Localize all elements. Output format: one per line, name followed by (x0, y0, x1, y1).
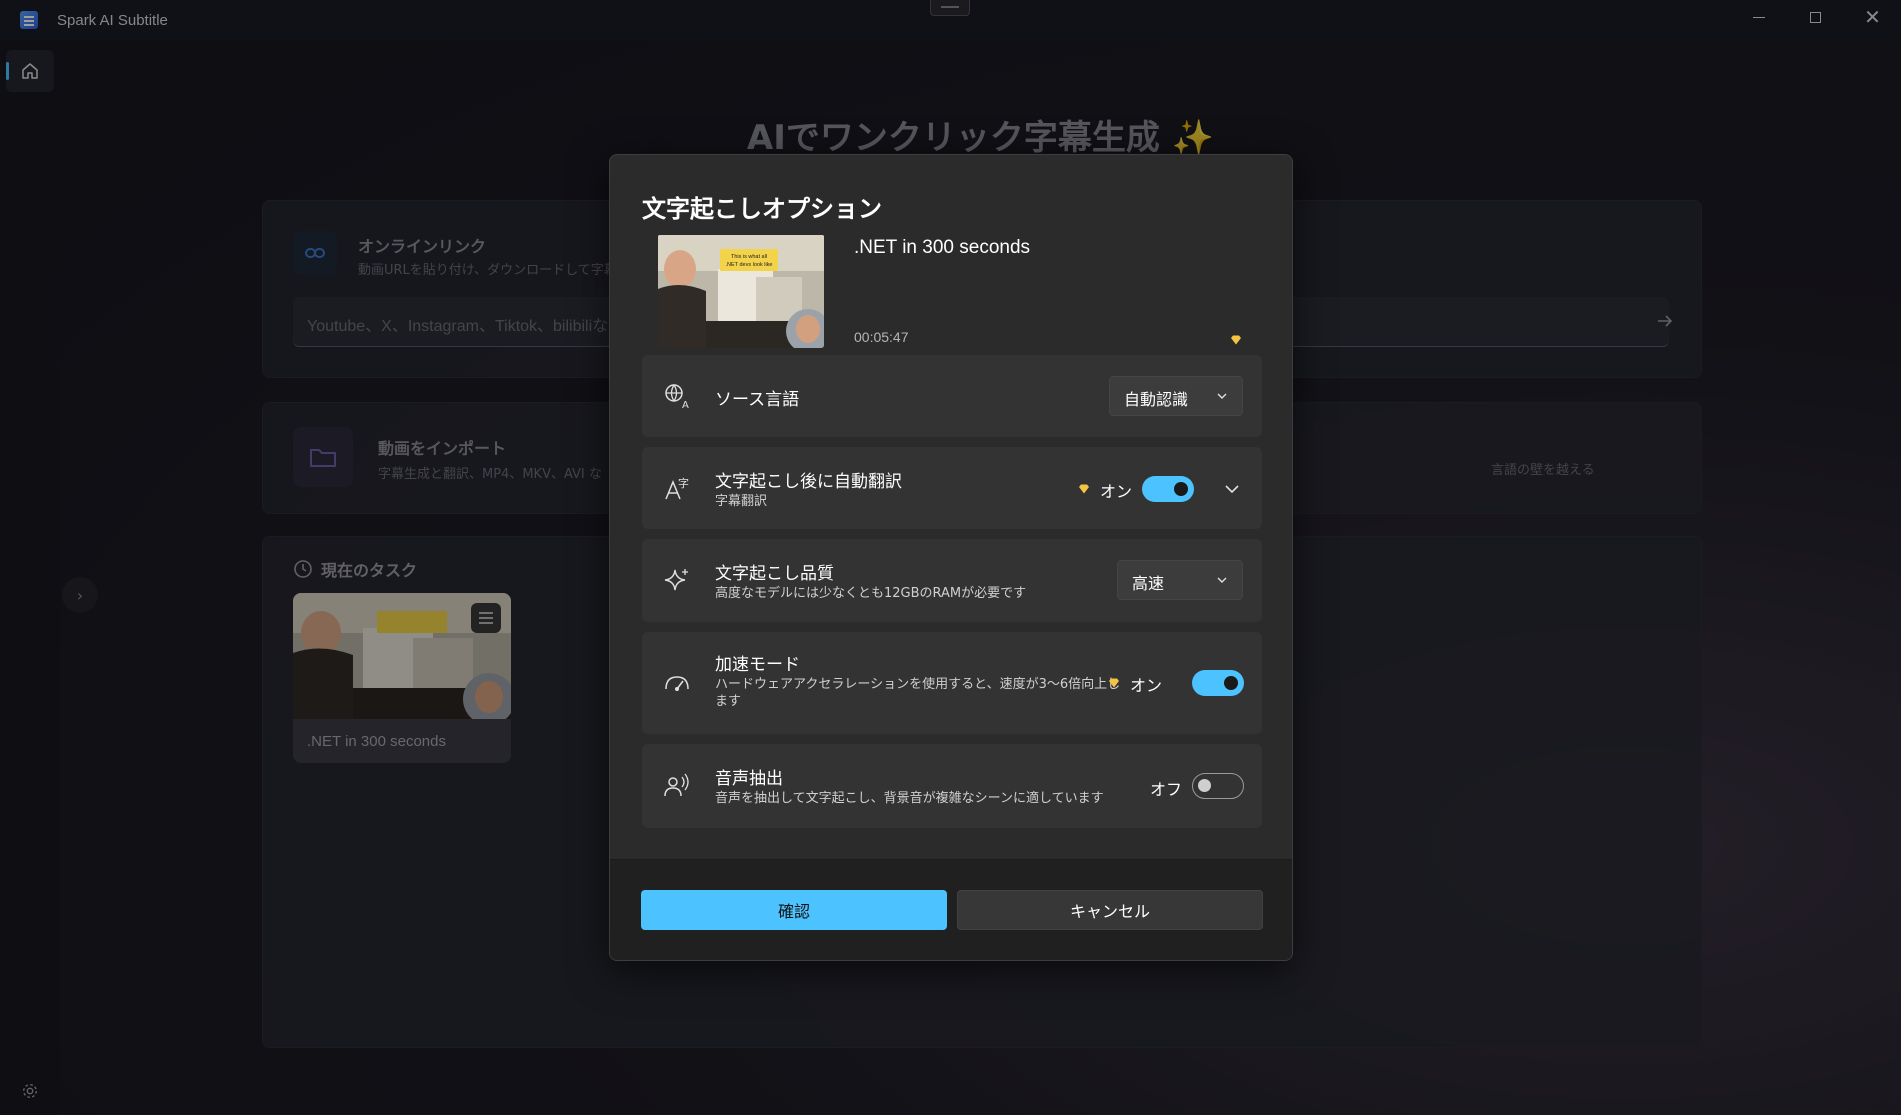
svg-text:字: 字 (678, 476, 689, 490)
source-language-label: ソース言語 (715, 390, 800, 410)
video-title: .NET in 300 seconds (854, 237, 1031, 258)
voice-extraction-sublabel: 音声を抽出して文字起こし、背景音が複雑なシーンに適しています (715, 791, 1104, 806)
svg-text:.NET devs look like: .NET devs look like (726, 262, 773, 268)
dialog-title: 文字起こしオプション (642, 195, 882, 223)
voice-icon (662, 771, 692, 801)
chevron-down-icon[interactable] (1222, 479, 1242, 499)
voice-extraction-label: 音声抽出 (715, 769, 783, 789)
acceleration-sublabel-line2: ます (715, 694, 742, 709)
premium-gem-icon (1109, 678, 1119, 688)
acceleration-sublabel-line1: ハードウェアアクセラレーションを使用すると、速度が3～6倍向上し (715, 677, 1121, 692)
dialog-footer: 確認 キャンセル (610, 859, 1292, 960)
acceleration-toggle[interactable] (1192, 670, 1244, 696)
auto-translate-toggle[interactable] (1142, 476, 1194, 502)
chevron-down-icon (1217, 577, 1227, 583)
chevron-down-icon (1217, 393, 1227, 399)
acceleration-label: 加速モード (715, 655, 800, 675)
cancel-button[interactable]: キャンセル (957, 890, 1263, 930)
voice-extraction-state: オフ (1150, 780, 1183, 799)
svg-text:A: A (682, 400, 689, 410)
confirm-button[interactable]: 確認 (641, 890, 947, 930)
source-language-row: A ソース言語 自動認識 (642, 355, 1262, 437)
source-language-value: 自動認識 (1124, 390, 1189, 409)
quality-value: 高速 (1132, 574, 1165, 593)
auto-translate-sublabel: 字幕翻訳 (715, 494, 768, 509)
quality-select[interactable]: 高速 (1117, 560, 1243, 600)
language-icon: A (662, 381, 692, 411)
quality-row: 文字起こし品質 高度なモデルには少なくとも12GBのRAMが必要です 高速 (642, 539, 1262, 622)
acceleration-state: オン (1130, 676, 1163, 695)
premium-gem-icon (1231, 335, 1241, 345)
video-duration: 00:05:47 (854, 329, 909, 345)
premium-gem-icon (1079, 484, 1089, 494)
transcription-options-dialog: 文字起こしオプション This is what all .NET devs lo… (609, 154, 1293, 961)
translate-icon: 字 (662, 473, 692, 503)
voice-extraction-toggle[interactable] (1192, 773, 1244, 799)
quality-sublabel: 高度なモデルには少なくとも12GBのRAMが必要です (715, 586, 1027, 601)
svg-text:This is what all: This is what all (731, 254, 767, 260)
auto-translate-label: 文字起こし後に自動翻訳 (715, 472, 902, 492)
acceleration-row: 加速モード ハードウェアアクセラレーションを使用すると、速度が3～6倍向上し ま… (642, 632, 1262, 734)
sparkle-icon (662, 565, 692, 595)
voice-extraction-row: 音声抽出 音声を抽出して文字起こし、背景音が複雑なシーンに適しています オフ (642, 744, 1262, 828)
speedometer-icon (662, 668, 692, 698)
quality-label: 文字起こし品質 (715, 564, 834, 584)
auto-translate-state: オン (1100, 482, 1133, 501)
video-thumbnail: This is what all .NET devs look like (658, 235, 824, 348)
source-language-select[interactable]: 自動認識 (1109, 376, 1243, 416)
auto-translate-row: 字 文字起こし後に自動翻訳 字幕翻訳 オン (642, 447, 1262, 529)
